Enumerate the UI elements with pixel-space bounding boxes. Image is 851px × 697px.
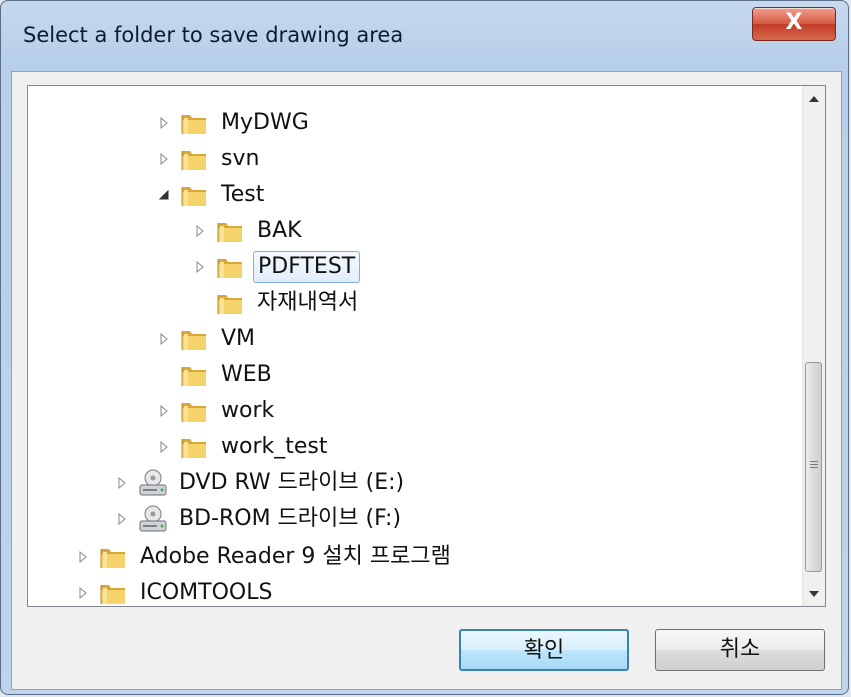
close-icon: X	[785, 10, 803, 35]
tree-item-label: work	[221, 398, 275, 423]
ok-button[interactable]: 확인	[459, 629, 629, 671]
tree-item[interactable]: ICOMTOOLS	[74, 577, 276, 606]
collapsed-arrow-icon[interactable]	[155, 431, 173, 463]
tree-item[interactable]: 자재내역서	[191, 287, 362, 319]
folder-icon	[179, 433, 209, 461]
tree-item-label: Adobe Reader 9 설치 프로그램	[140, 544, 451, 569]
vertical-scrollbar[interactable]	[802, 86, 825, 606]
tree-item[interactable]: svn	[155, 143, 263, 175]
folder-icon	[215, 217, 245, 245]
expanded-arrow-icon[interactable]	[155, 179, 173, 211]
collapsed-arrow-icon[interactable]	[155, 107, 173, 139]
scroll-grip-icon	[810, 461, 818, 471]
folder-dialog: Select a folder to save drawing area X M…	[0, 0, 849, 695]
tree-item[interactable]: Adobe Reader 9 설치 프로그램	[74, 541, 455, 573]
tree-item[interactable]: WEB	[155, 359, 276, 391]
scroll-up-button[interactable]	[803, 86, 825, 110]
tree-item[interactable]: work	[155, 395, 278, 427]
tree-item[interactable]: BAK	[191, 215, 306, 247]
tree-item-label-selected: PDFTEST	[253, 251, 361, 283]
collapsed-arrow-icon[interactable]	[155, 323, 173, 355]
tree-item-label: work_test	[221, 434, 328, 459]
collapsed-arrow-icon[interactable]	[155, 143, 173, 175]
folder-icon	[98, 579, 128, 606]
title-bar[interactable]: Select a folder to save drawing area X	[1, 1, 848, 71]
drive-icon	[137, 469, 169, 497]
folder-tree[interactable]: MyDWG svn Test BAK PDFTEST 자재내역서 VM WEB work work…	[27, 85, 826, 607]
collapsed-arrow-icon[interactable]	[191, 215, 209, 247]
tree-item[interactable]: BD-ROM 드라이브 (F:)	[113, 503, 405, 535]
tree-item[interactable]: MyDWG	[155, 107, 313, 139]
tree-item-label: DVD RW 드라이브 (E:)	[179, 470, 405, 495]
folder-icon	[179, 397, 209, 425]
folder-icon	[179, 109, 209, 137]
tree-item-label: MyDWG	[221, 110, 309, 135]
scroll-thumb[interactable]	[805, 362, 822, 572]
tree-item-label: ICOMTOOLS	[140, 580, 273, 605]
collapsed-arrow-icon[interactable]	[74, 541, 92, 573]
collapsed-arrow-icon[interactable]	[155, 395, 173, 427]
no-expander	[191, 287, 209, 319]
dialog-body: MyDWG svn Test BAK PDFTEST 자재내역서 VM WEB work work…	[11, 71, 842, 690]
tree-item[interactable]: DVD RW 드라이브 (E:)	[113, 467, 408, 499]
folder-icon	[215, 289, 245, 317]
tree-item-label: VM	[221, 326, 256, 351]
tree-item-label: 자재내역서	[257, 290, 359, 315]
close-button[interactable]: X	[752, 7, 836, 41]
folder-icon	[179, 361, 209, 389]
scroll-down-arrow-icon	[809, 590, 819, 597]
scroll-down-button[interactable]	[803, 582, 825, 606]
folder-tree-list: MyDWG svn Test BAK PDFTEST 자재내역서 VM WEB work work…	[28, 86, 803, 606]
scroll-up-arrow-icon	[809, 95, 819, 102]
tree-item[interactable]: Test	[155, 179, 268, 211]
drive-icon	[137, 505, 169, 533]
cancel-button[interactable]: 취소	[655, 629, 825, 671]
folder-icon	[179, 325, 209, 353]
tree-item-label: Test	[221, 182, 265, 207]
folder-icon	[215, 253, 245, 281]
tree-item-label: BD-ROM 드라이브 (F:)	[179, 506, 402, 531]
tree-item[interactable]: work_test	[155, 431, 332, 463]
folder-icon	[179, 181, 209, 209]
collapsed-arrow-icon[interactable]	[191, 251, 209, 283]
collapsed-arrow-icon[interactable]	[74, 577, 92, 606]
collapsed-arrow-icon[interactable]	[113, 467, 131, 499]
tree-item[interactable]: VM	[155, 323, 259, 355]
folder-icon	[98, 543, 128, 571]
tree-item-label: svn	[221, 146, 260, 171]
dialog-title: Select a folder to save drawing area	[23, 23, 404, 47]
folder-icon	[179, 145, 209, 173]
tree-item[interactable]: PDFTEST	[191, 251, 361, 283]
tree-item-label: WEB	[221, 362, 272, 387]
collapsed-arrow-icon[interactable]	[113, 503, 131, 535]
no-expander	[155, 359, 173, 391]
tree-item-label: BAK	[257, 218, 302, 243]
